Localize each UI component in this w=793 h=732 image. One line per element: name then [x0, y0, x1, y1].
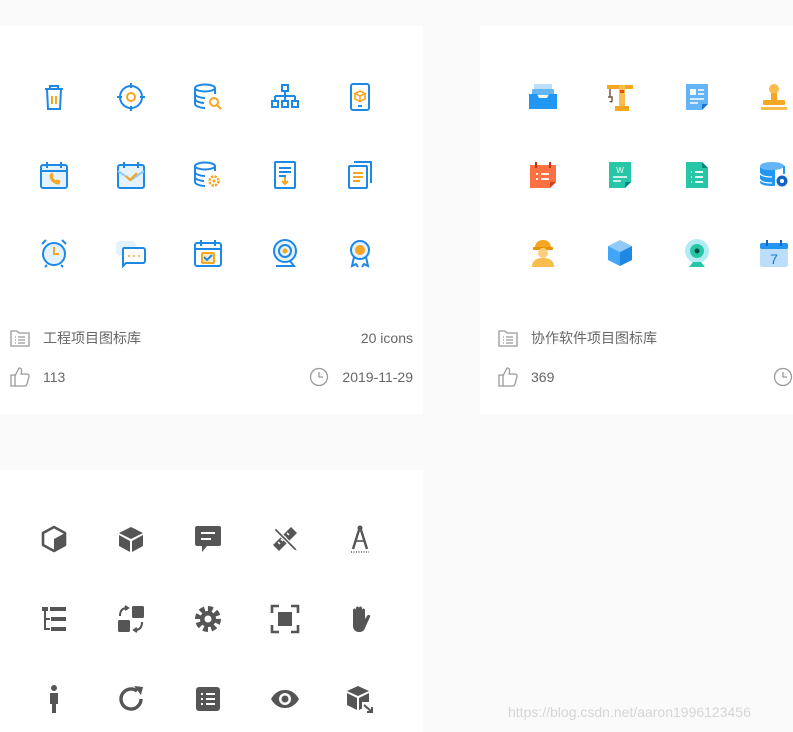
inbox-tray-icon[interactable] — [526, 80, 560, 114]
gear-icon[interactable] — [191, 602, 225, 636]
tree-list-icon[interactable] — [37, 602, 71, 636]
thumbs-up-icon[interactable] — [498, 367, 518, 387]
folder-list-icon — [10, 328, 30, 348]
like-count: 113 — [43, 369, 66, 385]
calendar-day: 7 — [770, 251, 778, 267]
list-file-icon[interactable] — [680, 158, 714, 192]
cube-solid-icon[interactable] — [114, 522, 148, 556]
box-export-icon[interactable] — [343, 682, 377, 716]
icon-preview-grid[interactable] — [0, 470, 423, 732]
document-download-icon[interactable] — [268, 158, 302, 192]
org-chart-icon[interactable] — [268, 80, 302, 114]
word-letter: W — [616, 166, 624, 175]
clock-icon — [309, 367, 329, 387]
calendar-checkbox-icon[interactable] — [191, 236, 225, 270]
tower-crane-icon[interactable] — [603, 80, 637, 114]
cube-outline-icon[interactable] — [37, 522, 71, 556]
database-gear-icon[interactable] — [191, 158, 225, 192]
calendar-list-icon[interactable] — [526, 158, 560, 192]
calendar-check-icon[interactable] — [114, 158, 148, 192]
card-info-row: 工程项目图标库 20 icons — [10, 327, 413, 349]
target-gear-icon[interactable] — [114, 80, 148, 114]
compass-drawing-icon[interactable] — [343, 522, 377, 556]
trash-can-icon[interactable] — [37, 80, 71, 114]
pencil-ruler-icon[interactable] — [268, 522, 302, 556]
folder-list-icon — [498, 328, 518, 348]
icon-library-card-engineering[interactable]: 工程项目图标库 20 icons 113 2019-11-29 — [0, 26, 423, 414]
clock-icon — [773, 367, 793, 387]
card-stats-row: 369 — [498, 366, 793, 388]
message-box-icon[interactable] — [191, 522, 225, 556]
webcam-icon[interactable] — [680, 236, 714, 270]
swap-squares-icon[interactable] — [114, 602, 148, 636]
calendar-7-icon[interactable]: 7 — [757, 236, 791, 270]
hand-stop-icon[interactable] — [343, 602, 377, 636]
stamp-icon[interactable] — [757, 80, 791, 114]
card-info-row: 协作软件项目图标库 — [498, 327, 793, 349]
document-page-icon[interactable] — [680, 80, 714, 114]
tablet-cube-icon[interactable] — [343, 80, 377, 114]
calendar-phone-icon[interactable] — [37, 158, 71, 192]
card-stats-row: 113 2019-11-29 — [10, 366, 413, 388]
icon-count: 20 icons — [360, 330, 413, 346]
library-name[interactable]: 协作软件项目图标库 — [531, 328, 657, 348]
alarm-clock-icon[interactable] — [37, 236, 71, 270]
icon-library-card-collaboration[interactable]: W 7 协作软件项目图标库 369 — [480, 26, 793, 414]
list-box-icon[interactable] — [191, 682, 225, 716]
database-settings-icon[interactable] — [757, 158, 791, 192]
construction-worker-icon[interactable] — [526, 236, 560, 270]
cube-3d-icon[interactable] — [603, 236, 637, 270]
person-icon[interactable] — [37, 682, 71, 716]
chat-bubbles-icon[interactable] — [114, 236, 148, 270]
watermark-url: https://blog.csdn.net/aaron1996123456 — [508, 704, 751, 720]
documents-copy-icon[interactable] — [343, 158, 377, 192]
like-count: 369 — [531, 369, 555, 385]
focus-frame-icon[interactable] — [268, 602, 302, 636]
word-file-icon[interactable]: W — [603, 158, 637, 192]
eye-icon[interactable] — [268, 682, 302, 716]
updated-date: 2019-11-29 — [342, 369, 413, 385]
icon-library-card-grey[interactable] — [0, 470, 423, 732]
refresh-icon[interactable] — [114, 682, 148, 716]
icon-preview-grid[interactable] — [0, 26, 423, 414]
thumbs-up-icon[interactable] — [10, 367, 30, 387]
icon-preview-grid[interactable]: W 7 — [480, 26, 793, 414]
library-name[interactable]: 工程项目图标库 — [43, 328, 141, 348]
database-search-icon[interactable] — [191, 80, 225, 114]
webcam-icon[interactable] — [268, 236, 302, 270]
award-medal-icon[interactable] — [343, 236, 377, 270]
